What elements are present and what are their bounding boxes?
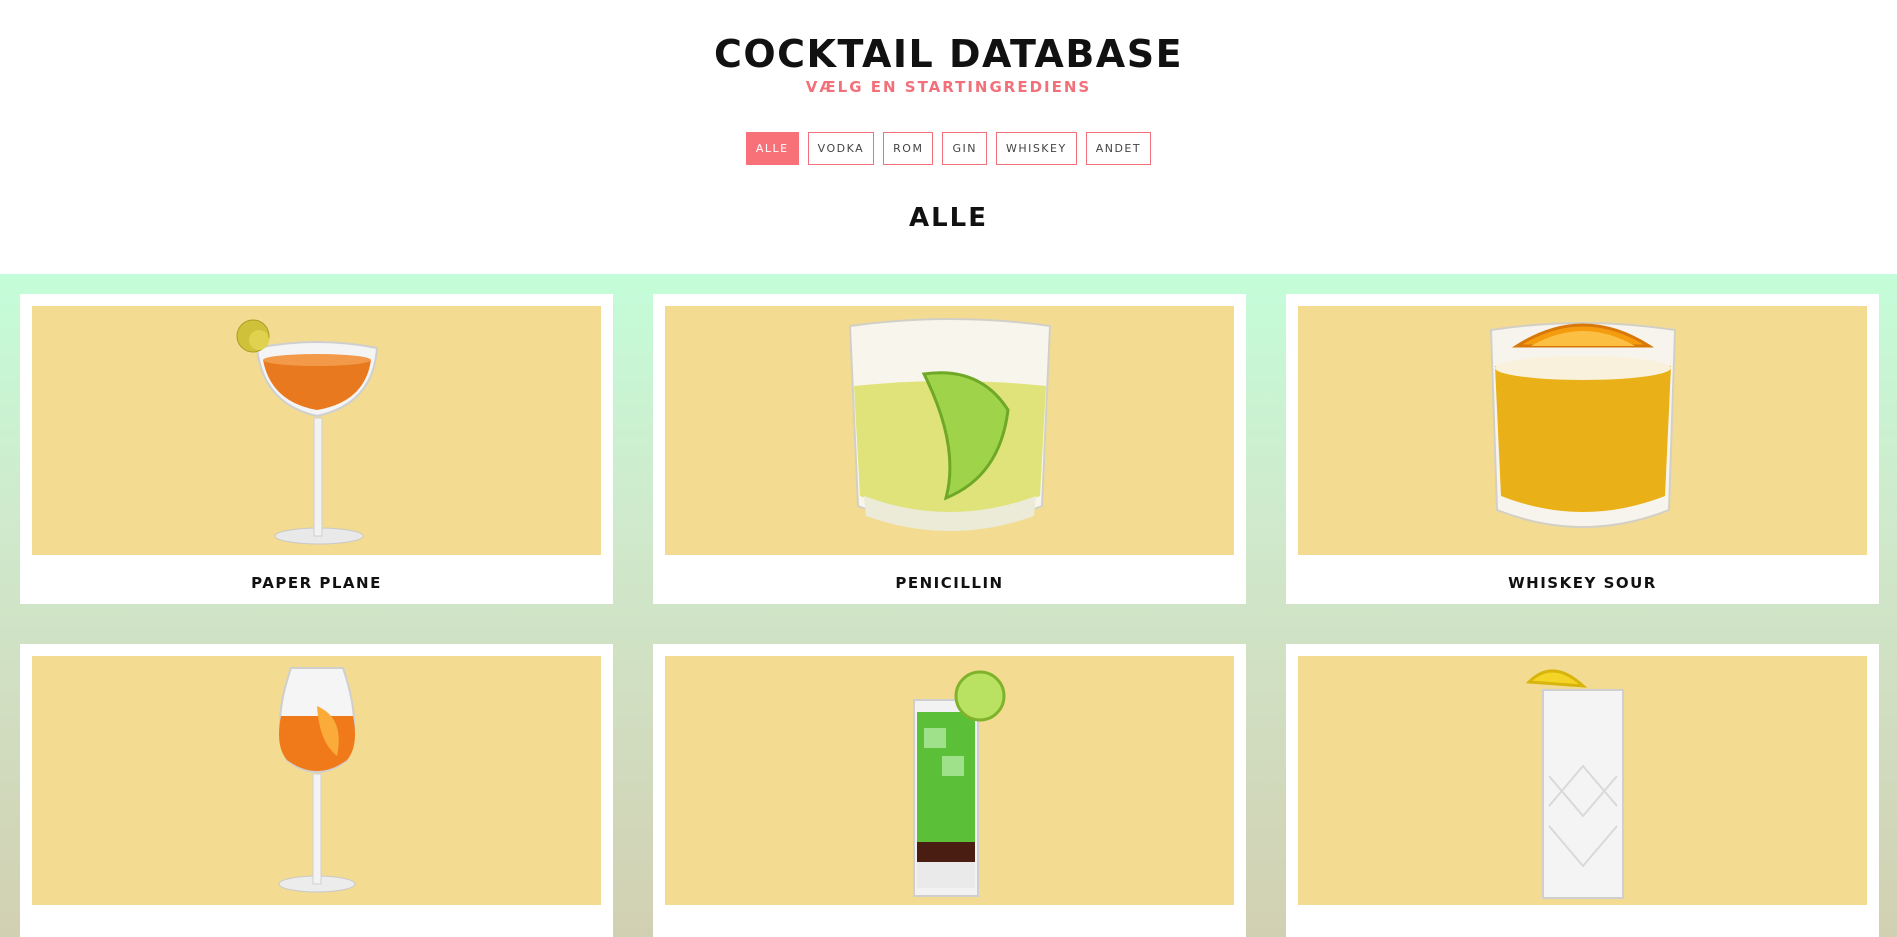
cocktail-card[interactable]: PAPER PLANE <box>20 294 613 604</box>
filter-button-gin[interactable]: GIN <box>942 132 987 165</box>
coupe-glass-icon <box>236 319 378 545</box>
cocktail-image <box>1298 656 1867 905</box>
crystal-glass-icon <box>1525 669 1624 899</box>
section-heading: ALLE <box>908 203 989 233</box>
site-header: COCKTAIL DATABASE VÆLG EN STARTINGREDIEN… <box>0 0 1897 259</box>
filter-button-alle[interactable]: ALLE <box>745 132 799 165</box>
highball-glass-icon <box>912 670 1005 897</box>
filter-button-whiskey[interactable]: WHISKEY <box>995 132 1077 165</box>
filter-button-rom[interactable]: ROM <box>883 132 934 165</box>
site-subtitle: VÆLG EN STARTINGREDIENS <box>805 78 1092 96</box>
filter-button-vodka[interactable]: VODKA <box>807 132 875 165</box>
cocktail-card[interactable] <box>1286 644 1879 937</box>
cocktail-card[interactable]: WHISKEY SOUR <box>1286 294 1879 604</box>
cocktail-name: WHISKEY SOUR <box>1508 574 1657 592</box>
cocktail-image <box>32 306 601 555</box>
filter-button-andet[interactable]: ANDET <box>1085 132 1152 165</box>
cocktail-card[interactable]: PENICILLIN <box>653 294 1246 604</box>
wine-glass-icon <box>278 667 355 893</box>
cocktail-image <box>1298 306 1867 555</box>
cocktail-card[interactable] <box>653 644 1246 937</box>
filter-bar: ALLE VODKA ROM GIN WHISKEY ANDET <box>0 132 1897 165</box>
cocktail-name: PENICILLIN <box>895 574 1004 592</box>
rocks-glass-icon <box>848 318 1051 531</box>
cocktail-image <box>665 306 1234 555</box>
cocktail-list: PAPER PLANE PENICILLIN WHISKEY SOUR <box>0 274 1897 937</box>
rocks-glass-icon <box>1489 322 1676 528</box>
cocktail-name: PAPER PLANE <box>251 574 382 592</box>
cocktail-card[interactable] <box>20 644 613 937</box>
site-title: COCKTAIL DATABASE <box>713 32 1184 76</box>
cocktail-image <box>665 656 1234 905</box>
cocktail-image <box>32 656 601 905</box>
